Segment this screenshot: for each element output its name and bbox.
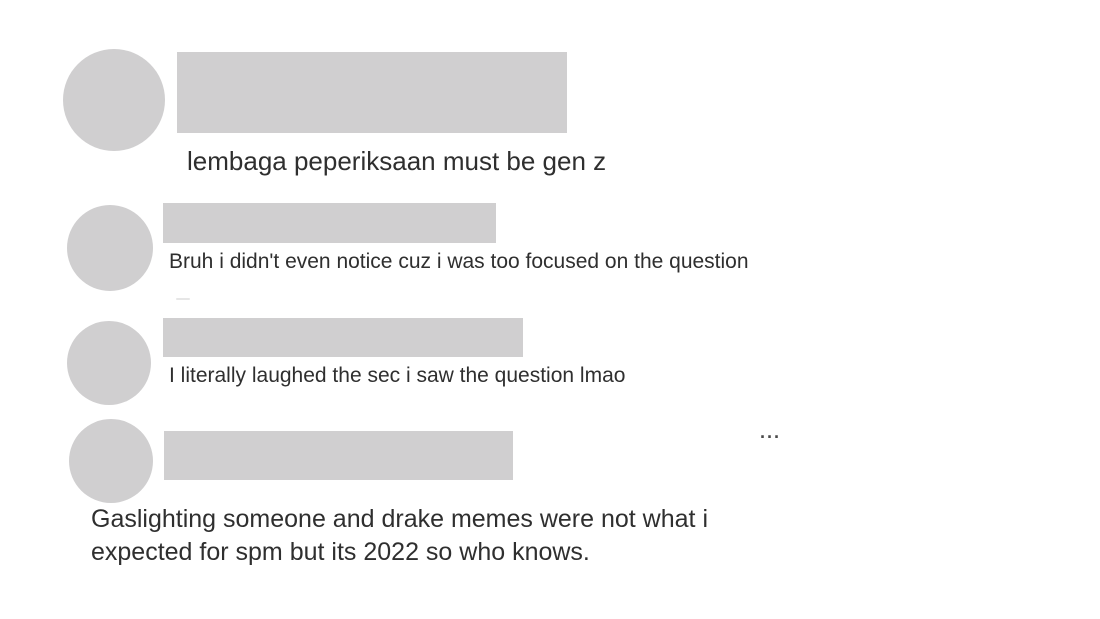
avatar-redacted[interactable] (69, 419, 153, 503)
comment-text: Bruh i didn't even notice cuz i was too … (169, 250, 749, 273)
username-redacted[interactable] (164, 431, 513, 480)
comment-text-line-2: expected for spm but its 2022 so who kno… (91, 538, 590, 566)
avatar-redacted[interactable] (67, 321, 151, 405)
comment-text-line-1: Gaslighting someone and drake memes were… (91, 505, 708, 533)
username-redacted[interactable] (163, 203, 496, 243)
avatar-redacted[interactable] (67, 205, 153, 291)
comment-text: lembaga peperiksaan must be gen z (187, 146, 607, 176)
comment-text: I literally laughed the sec i saw the qu… (169, 364, 626, 387)
avatar-redacted[interactable] (63, 49, 165, 151)
username-redacted[interactable] (163, 318, 523, 357)
username-redacted[interactable] (177, 52, 567, 133)
more-options-icon[interactable]: ··· (760, 428, 781, 446)
divider (176, 298, 190, 300)
